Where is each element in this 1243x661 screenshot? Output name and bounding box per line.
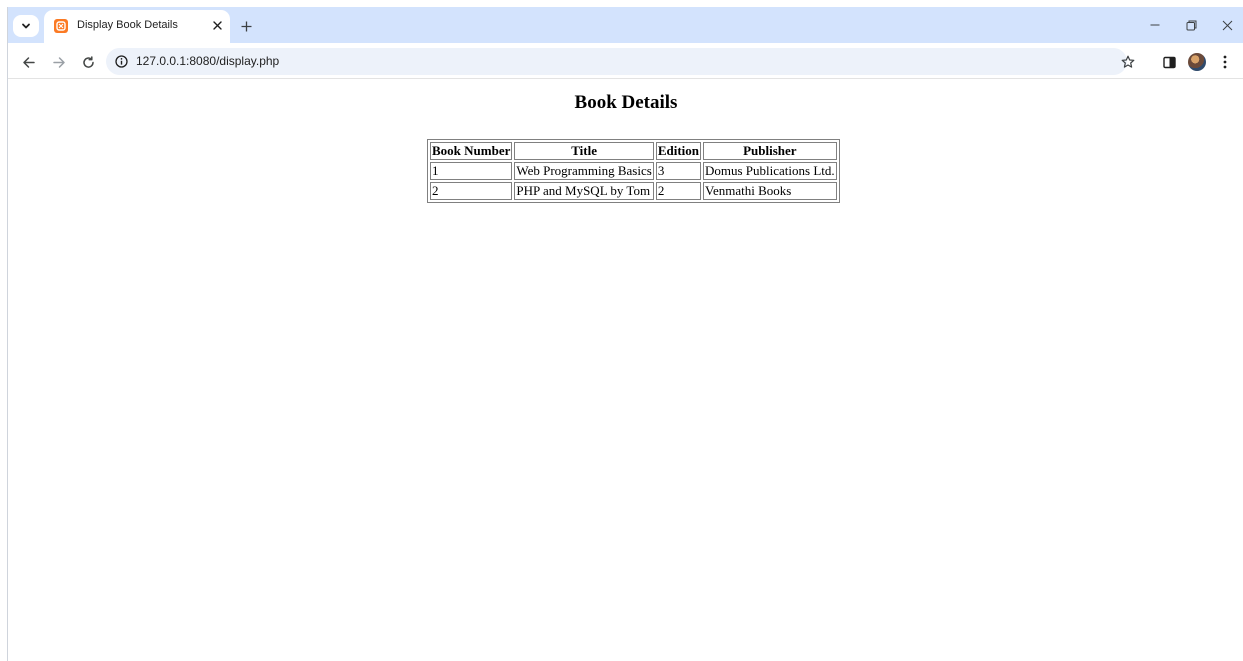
kebab-menu-icon — [1223, 55, 1227, 69]
side-panel-button[interactable] — [1158, 51, 1180, 73]
tab-title: Display Book Details — [77, 19, 178, 31]
minimize-button[interactable] — [1144, 15, 1166, 35]
cell-book-number: 1 — [430, 162, 513, 180]
avatar — [1188, 53, 1206, 71]
url-text: 127.0.0.1:8080/display.php — [136, 54, 280, 68]
reload-button[interactable] — [77, 51, 99, 73]
screen: Display Book Details 127.0.0.1:8080/disp… — [0, 0, 1243, 661]
tab-strip: Display Book Details — [8, 7, 1243, 43]
table-row: 1 Web Programming Basics 3 Domus Publica… — [430, 162, 837, 180]
restore-icon — [1186, 20, 1196, 30]
table-row: 2 PHP and MySQL by Tom 2 Venmathi Books — [430, 182, 837, 200]
browser-toolbar: 127.0.0.1:8080/display.php — [8, 43, 1243, 79]
column-header-title: Title — [514, 142, 654, 160]
forward-button[interactable] — [48, 51, 70, 73]
profile-button[interactable] — [1186, 51, 1208, 73]
site-info-button[interactable] — [113, 53, 130, 70]
info-icon — [115, 55, 128, 68]
cell-edition: 3 — [655, 162, 701, 180]
close-window-button[interactable] — [1216, 15, 1238, 35]
back-button[interactable] — [17, 51, 39, 73]
new-tab-button[interactable] — [236, 16, 256, 36]
tab-search-button[interactable] — [13, 15, 39, 37]
back-arrow-icon — [22, 56, 35, 68]
plus-icon — [241, 21, 251, 31]
star-icon — [1121, 55, 1135, 68]
column-header-book-number: Book Number — [430, 142, 513, 160]
cell-book-number: 2 — [430, 182, 513, 200]
restore-button[interactable] — [1180, 15, 1202, 35]
table-header-row: Book Number Title Edition Publisher — [430, 142, 837, 160]
desktop-edge — [0, 0, 7, 661]
address-bar[interactable]: 127.0.0.1:8080/display.php — [106, 48, 1135, 75]
bookmark-button[interactable] — [1118, 52, 1138, 72]
column-header-publisher: Publisher — [703, 142, 837, 160]
chevron-down-icon — [22, 23, 30, 29]
cell-title: PHP and MySQL by Tom — [514, 182, 654, 200]
book-table: Book Number Title Edition Publisher 1 We… — [427, 139, 840, 203]
column-header-edition: Edition — [655, 142, 701, 160]
minimize-icon — [1150, 24, 1160, 26]
cell-edition: 2 — [655, 182, 701, 200]
tab-display-book-details[interactable]: Display Book Details — [44, 10, 230, 43]
page-viewport: Book Details Book Number Title Edition P… — [8, 79, 1243, 661]
cell-publisher: Venmathi Books — [703, 182, 837, 200]
menu-button[interactable] — [1214, 51, 1236, 73]
tab-close-button[interactable] — [208, 16, 226, 34]
side-panel-icon — [1162, 56, 1176, 68]
cell-publisher: Domus Publications Ltd. — [703, 162, 837, 180]
xampp-icon — [54, 19, 68, 33]
page-title: Book Details — [574, 92, 678, 113]
close-icon — [212, 20, 222, 30]
close-icon — [1222, 20, 1232, 30]
forward-arrow-icon — [52, 56, 65, 68]
browser-window: Display Book Details 127.0.0.1:8080/disp… — [7, 7, 1243, 661]
reload-icon — [82, 55, 94, 68]
cell-title: Web Programming Basics — [514, 162, 654, 180]
